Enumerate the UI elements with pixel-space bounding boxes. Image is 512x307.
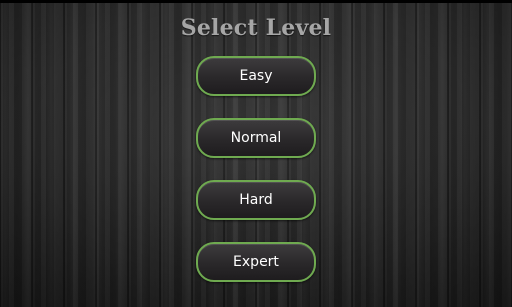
top-edge-bar bbox=[0, 0, 512, 3]
expert-level-button[interactable]: Expert bbox=[196, 242, 316, 282]
expert-level-label: Expert bbox=[233, 254, 279, 270]
hard-level-label: Hard bbox=[239, 192, 273, 208]
normal-level-button[interactable]: Normal bbox=[196, 118, 316, 158]
page-title: Select Level bbox=[180, 15, 332, 41]
normal-level-label: Normal bbox=[230, 130, 282, 146]
easy-level-label: Easy bbox=[239, 68, 273, 84]
easy-level-button[interactable]: Easy bbox=[196, 56, 316, 96]
hard-level-button[interactable]: Hard bbox=[196, 180, 316, 220]
